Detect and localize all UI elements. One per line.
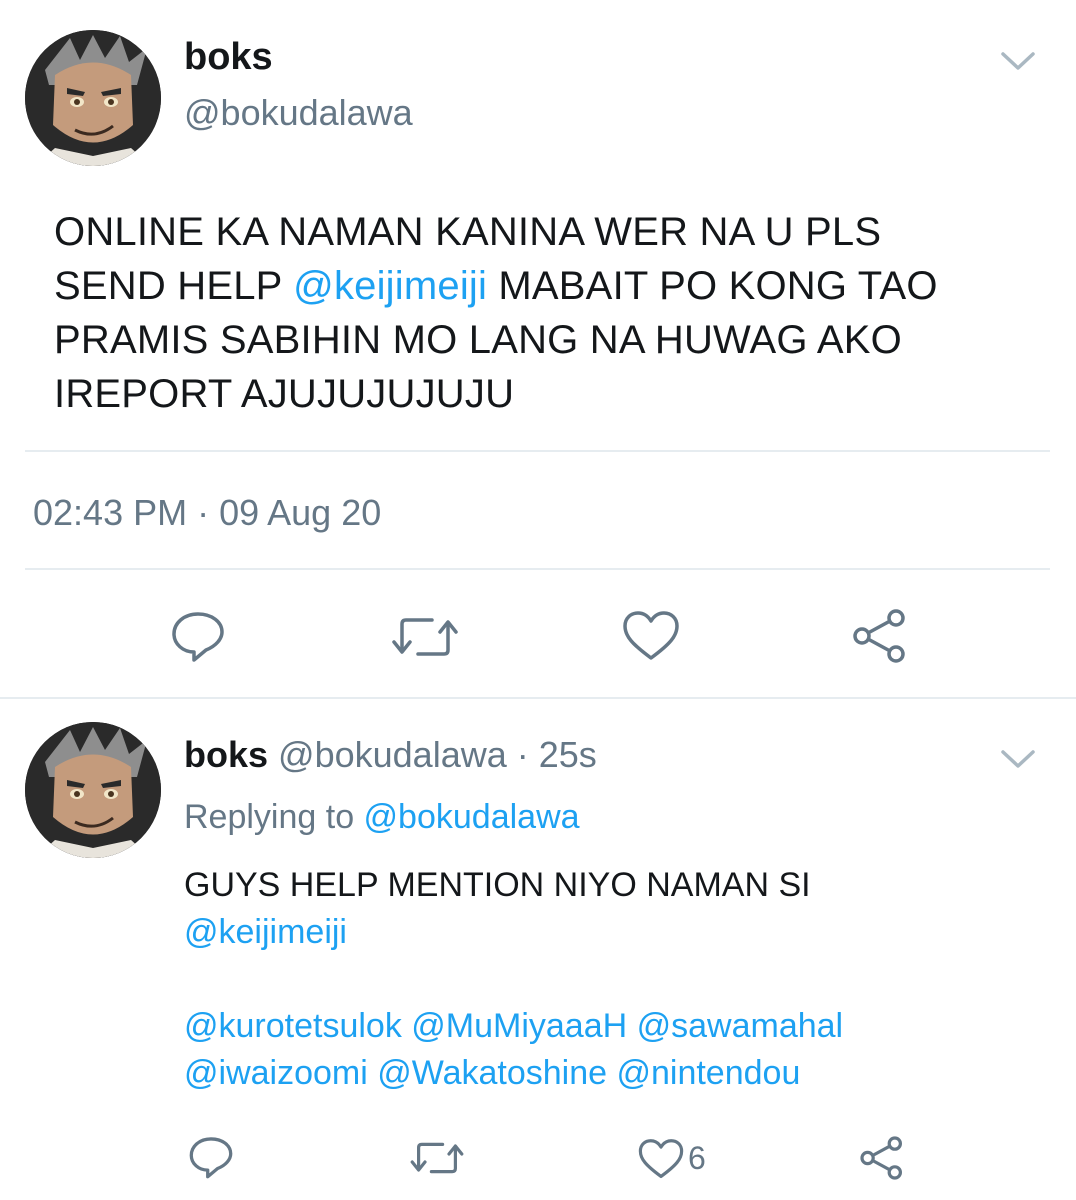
retweet-icon[interactable] — [410, 1138, 464, 1178]
like-count: 6 — [688, 1140, 706, 1176]
author-handle[interactable]: @bokudalawa — [184, 92, 413, 134]
chevron-down-icon[interactable] — [1000, 746, 1036, 772]
replying-to-label: Replying to — [184, 798, 364, 836]
reply-icon[interactable] — [170, 608, 226, 664]
tweet-line: PRAMIS SABIHIN MO LANG NA HUWAG AKO — [54, 318, 902, 362]
avatar-image — [25, 30, 161, 166]
divider — [0, 697, 1076, 699]
tweet-line-text: MABAIT PO KONG TAO — [487, 264, 938, 308]
timestamp[interactable]: 02:43 PM · 09 Aug 20 — [33, 492, 381, 534]
chevron-down-icon[interactable] — [1000, 48, 1036, 74]
mentions-line[interactable]: @kurotetsulok @MuMiyaaaH @sawamahal — [184, 1003, 1054, 1050]
mention-link[interactable]: @bokudalawa — [364, 798, 580, 836]
tweet-line-text: SEND HELP — [54, 264, 294, 308]
share-icon[interactable] — [858, 1134, 906, 1182]
like-icon[interactable] — [622, 610, 680, 662]
author-name[interactable]: boks — [184, 36, 273, 79]
share-icon[interactable] — [850, 606, 910, 666]
tweet-line: GUYS HELP MENTION NIYO NAMAN SI — [184, 866, 811, 904]
mention-link[interactable]: @keijimeiji — [293, 264, 487, 308]
avatar[interactable] — [25, 722, 161, 858]
tweet-text: ONLINE KA NAMAN KANINA WER NA U PLS SEND… — [54, 205, 1044, 421]
like-icon[interactable] — [638, 1138, 684, 1180]
retweet-icon[interactable] — [392, 612, 458, 662]
reply-icon[interactable] — [188, 1134, 234, 1180]
replying-to: Replying to @bokudalawa — [184, 798, 580, 837]
tweet-line: SEND HELP @keijimeiji MABAIT PO KONG TAO — [54, 259, 1044, 313]
avatar-image — [25, 722, 161, 858]
avatar[interactable] — [25, 30, 161, 166]
divider — [25, 568, 1050, 570]
divider — [25, 450, 1050, 452]
tweet-time[interactable]: · 25s — [517, 734, 597, 775]
tweet-line: IREPORT AJUJUJUJUJU — [54, 372, 515, 416]
reply-text: GUYS HELP MENTION NIYO NAMAN SI @keijime… — [184, 862, 1054, 1097]
reply-header: boks @bokudalawa · 25s — [184, 734, 597, 776]
author-handle[interactable]: @bokudalawa — [278, 734, 507, 775]
tweet-line: ONLINE KA NAMAN KANINA WER NA U PLS — [54, 210, 882, 254]
mention-link[interactable]: @keijimeiji — [184, 909, 347, 956]
author-name[interactable]: boks — [184, 734, 268, 775]
mentions-line[interactable]: @iwaizoomi @Wakatoshine @nintendou — [184, 1050, 1054, 1097]
